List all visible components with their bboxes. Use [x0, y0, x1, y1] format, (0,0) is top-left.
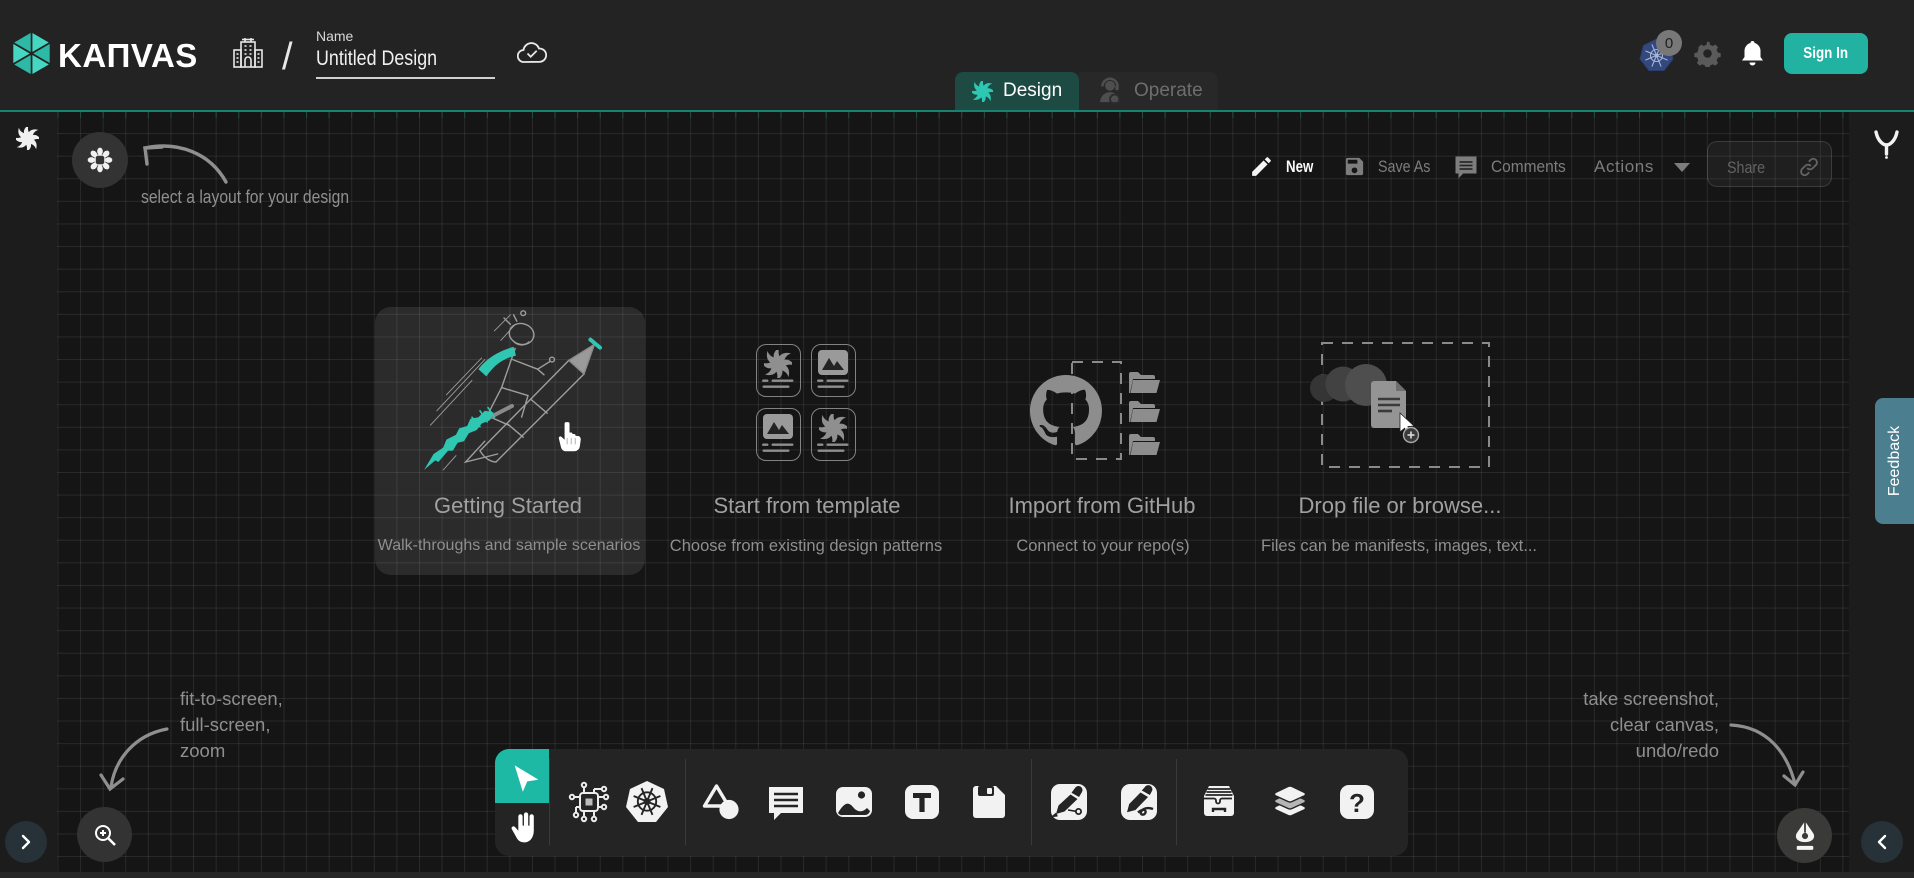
svg-text:?: ? — [1349, 788, 1365, 818]
